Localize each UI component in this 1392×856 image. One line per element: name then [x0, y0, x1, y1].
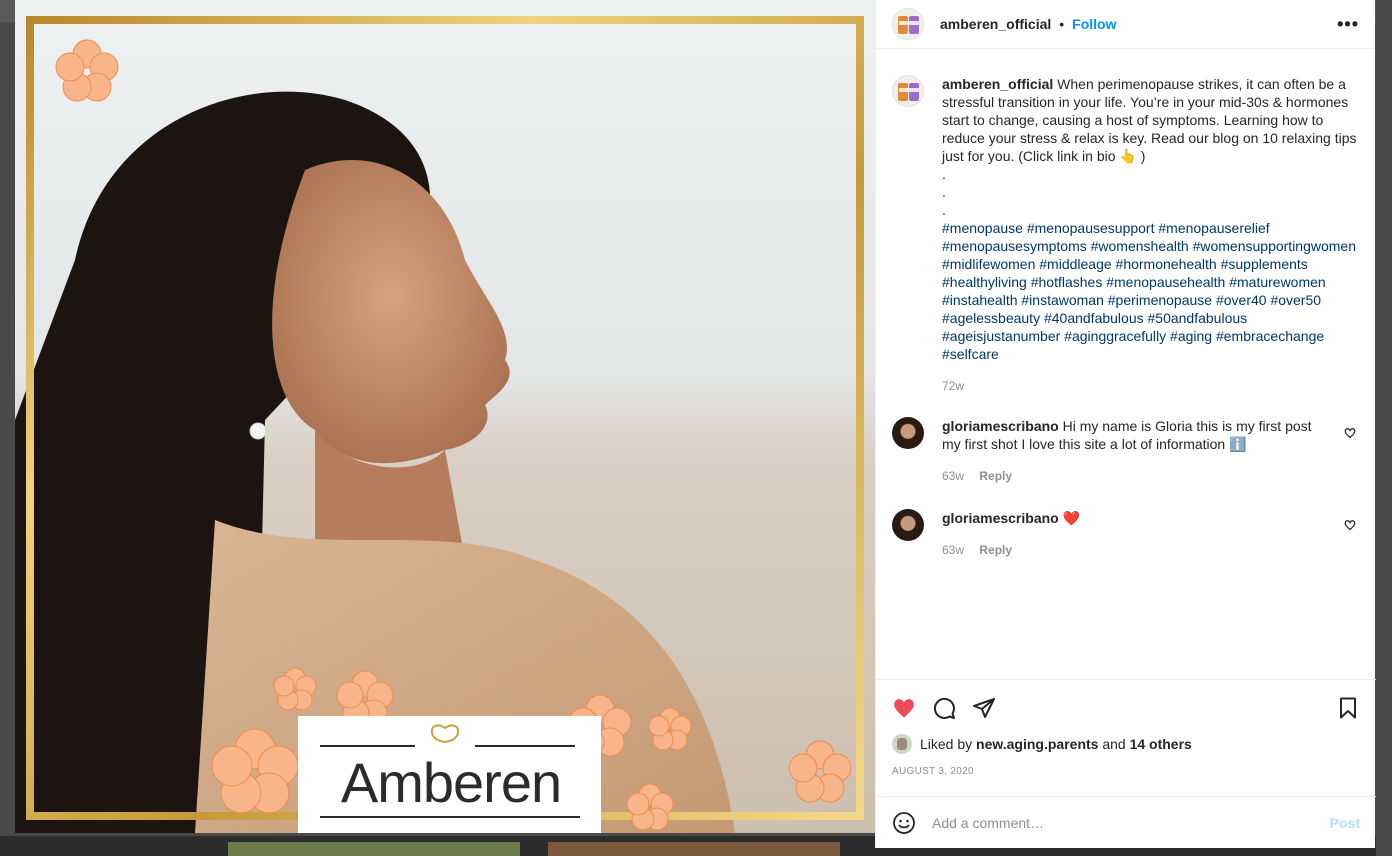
like-comment-heart-icon[interactable] [1344, 427, 1356, 439]
liker-avatar[interactable] [892, 734, 912, 754]
liked-by: Liked by new.aging.parents and 14 others [892, 734, 1360, 754]
comment-meta: 63w Reply [942, 541, 1332, 559]
brand-logo-text: Amberen [340, 751, 562, 814]
caption-dot: . [942, 184, 946, 200]
comment-age[interactable]: 63w [942, 469, 964, 483]
follow-button[interactable]: Follow [1072, 16, 1116, 32]
post-actions: Liked by new.aging.parents and 14 others… [876, 679, 1376, 796]
post-date[interactable]: AUGUST 3, 2020 [892, 766, 1360, 777]
feed-thumbnail [228, 842, 520, 856]
post-button[interactable]: Post [1330, 815, 1360, 831]
add-comment-bar: Post [876, 796, 1376, 848]
comment-input[interactable] [932, 814, 1330, 831]
comment-icon[interactable] [932, 696, 956, 720]
heart-filled-icon[interactable] [892, 696, 916, 720]
caption-age[interactable]: 72w [942, 377, 1360, 395]
bookmark-icon[interactable] [1336, 696, 1360, 720]
feed-thumbnail [548, 842, 840, 856]
commenter-avatar[interactable] [892, 509, 924, 541]
liked-by-others[interactable]: 14 others [1130, 736, 1192, 752]
author-avatar[interactable] [892, 8, 924, 40]
comment-meta: 63w Reply [942, 467, 1332, 485]
liked-by-prefix: Liked by [920, 736, 973, 752]
caption-dot: . [942, 166, 946, 182]
comment: gloriamescribano Hi my name is Gloria th… [892, 417, 1360, 485]
post-details-panel: amberen_official • Follow ••• amberen_of… [875, 0, 1376, 848]
reply-button[interactable]: Reply [979, 469, 1012, 483]
comment: gloriamescribano ❤️ 63w Reply [892, 509, 1360, 559]
comments-list[interactable]: amberen_official When perimenopause stri… [876, 49, 1376, 679]
comment-username[interactable]: gloriamescribano [942, 510, 1059, 526]
caption-dot: . [942, 202, 946, 218]
send-icon[interactable] [972, 696, 996, 720]
backdrop [1376, 0, 1392, 856]
like-comment-heart-icon[interactable] [1344, 519, 1356, 531]
post-header: amberen_official • Follow ••• [876, 0, 1375, 49]
author-avatar[interactable] [892, 75, 924, 107]
comment-username[interactable]: gloriamescribano [942, 418, 1059, 434]
reply-button[interactable]: Reply [979, 543, 1012, 557]
caption-hashtags[interactable]: #menopause #menopausesupport #menopauser… [942, 219, 1360, 363]
commenter-avatar[interactable] [892, 417, 924, 449]
caption: amberen_official When perimenopause stri… [892, 75, 1360, 395]
liked-by-and: and [1102, 736, 1126, 752]
more-horizontal-icon[interactable]: ••• [1337, 14, 1359, 35]
liked-by-user[interactable]: new.aging.parents [976, 736, 1098, 752]
comment-age[interactable]: 63w [942, 543, 964, 557]
emoji-icon[interactable] [892, 811, 916, 835]
comment-text: ❤️ [1062, 510, 1081, 526]
author-username[interactable]: amberen_official [940, 16, 1051, 32]
header-separator: • [1059, 16, 1065, 32]
post-image[interactable]: Amberen [15, 0, 875, 833]
caption-username[interactable]: amberen_official [942, 76, 1053, 92]
post-photo [15, 0, 875, 833]
